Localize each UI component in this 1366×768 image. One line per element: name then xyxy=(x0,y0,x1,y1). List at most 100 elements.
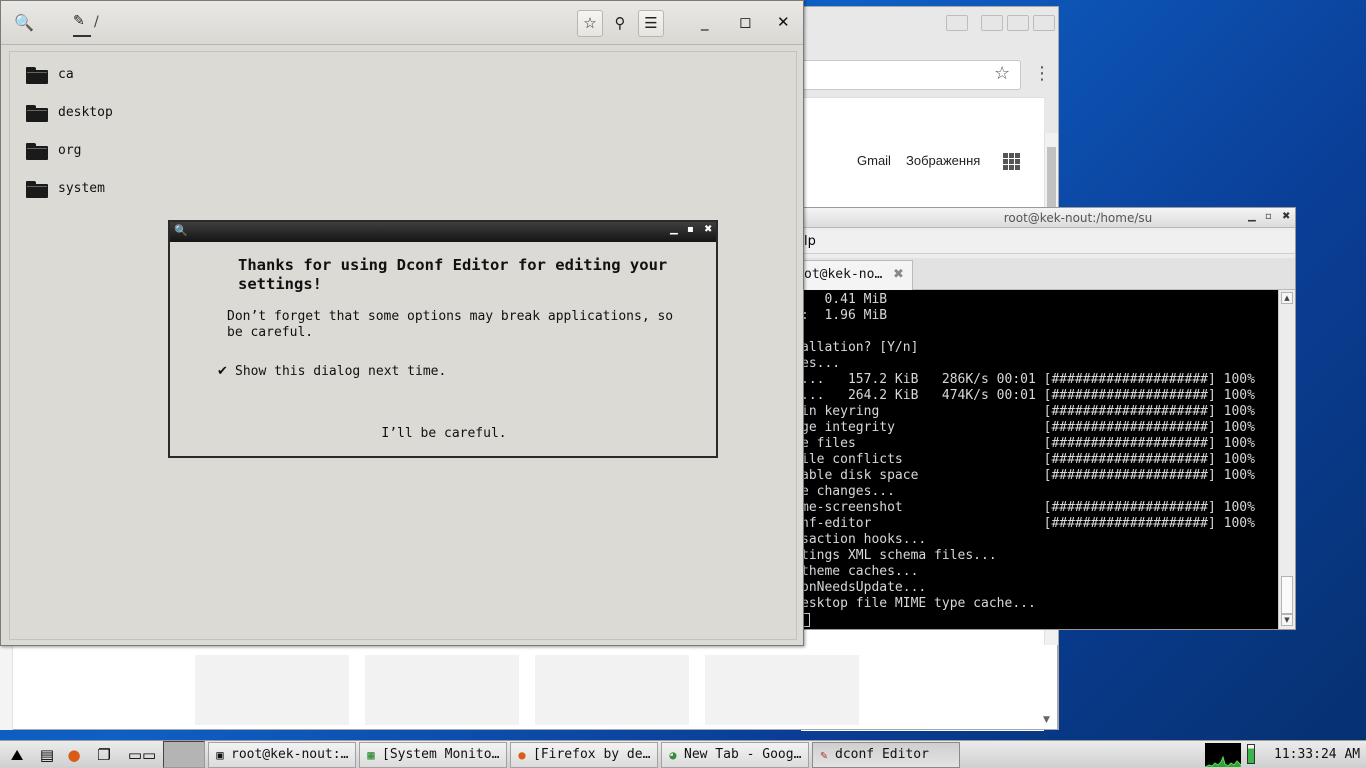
close-icon[interactable]: ✕ xyxy=(777,13,790,31)
hamburger-menu-icon[interactable]: ☰ xyxy=(638,10,664,37)
dialog-message: Don’t forget that some options may break… xyxy=(227,309,674,340)
path-separator: / xyxy=(94,14,99,30)
terminal-prompt-line[interactable] xyxy=(801,612,1278,628)
desktop-pager-icon[interactable]: ▭▭ xyxy=(122,744,162,766)
terminal-line: e files [####################] 100% xyxy=(801,436,1255,451)
dconf-icon: ✎ xyxy=(820,748,828,762)
most-visited-tile[interactable] xyxy=(535,655,689,725)
task-firefox[interactable]: ● [Firefox by de… xyxy=(510,742,658,768)
terminal-tab[interactable]: ot@kek-no… ✖ xyxy=(801,260,913,290)
apps-grid-icon[interactable] xyxy=(1003,153,1020,170)
chrome-minimize-button[interactable] xyxy=(981,15,1003,31)
terminal-line: ge integrity [####################] 100% xyxy=(801,420,1255,435)
images-link[interactable]: Зображення xyxy=(906,153,980,168)
bookmark-star-icon[interactable]: ☆ xyxy=(577,10,603,37)
chrome-page-lower: ▼ xyxy=(0,645,1058,730)
terminal-line: ... 264.2 KiB 474K/s 00:01 [############… xyxy=(801,388,1255,403)
terminal-line: onNeedsUpdate... xyxy=(801,580,927,595)
terminal-line: able disk space [####################] 1… xyxy=(801,468,1255,483)
terminal-line: ile conflicts [####################] 100… xyxy=(801,452,1255,467)
firefox-icon: ● xyxy=(518,748,526,762)
firefox-icon[interactable]: ● xyxy=(63,744,85,766)
terminal-line: e changes... xyxy=(801,484,895,499)
terminal-line: nf-editor [####################] 100% xyxy=(801,516,1255,531)
terminal-minimize-icon[interactable]: ▁ xyxy=(1248,211,1256,222)
most-visited-tile[interactable] xyxy=(705,655,859,725)
folder-icon xyxy=(26,67,48,84)
terminal-line: me-screenshot [####################] 100… xyxy=(801,500,1255,515)
chrome-address-bar[interactable] xyxy=(801,60,1021,90)
terminal-maximize-icon[interactable]: ▫ xyxy=(1265,211,1272,222)
terminal-icon: ▣ xyxy=(216,748,224,762)
terminal-scrollbar[interactable]: ▲ ▼ xyxy=(1278,290,1295,629)
terminal-output[interactable]: 0.41 MiB: 1.96 MiB allation? [Y/n] es.....… xyxy=(801,290,1278,629)
battery-icon[interactable] xyxy=(1247,744,1255,764)
terminal-title: root@kek-nout:/home/su xyxy=(1003,211,1153,225)
gmail-link[interactable]: Gmail xyxy=(857,153,891,168)
window-switcher-icon[interactable]: ❐ xyxy=(93,744,115,766)
folder-icon xyxy=(26,181,48,198)
cpu-graph[interactable] xyxy=(1204,743,1242,768)
maximize-icon[interactable]: ◻ xyxy=(739,13,751,31)
show-dialog-checkbox-label[interactable]: Show this dialog next time. xyxy=(235,364,446,379)
task-terminal[interactable]: ▣ root@kek-nout:… xyxy=(208,742,356,768)
menu-help[interactable]: lp xyxy=(804,234,816,249)
terminal-tabbar: ot@kek-no… ✖ xyxy=(801,258,1295,290)
scroll-up-icon[interactable]: ▲ xyxy=(1281,292,1293,304)
taskbar: ⛰ ▤ ● ❐ ▭▭ ▣ root@kek-nout:… ▦ [System M… xyxy=(0,740,1366,768)
bookmark-star-icon[interactable]: ☆ xyxy=(994,63,1010,84)
dialog-close-icon[interactable]: ✖ xyxy=(704,224,712,235)
scroll-down-arrow-icon[interactable]: ▼ xyxy=(1043,715,1050,725)
most-visited-tile[interactable] xyxy=(365,655,519,725)
dialog-maximize-icon[interactable]: ▪ xyxy=(687,224,694,235)
terminal-window: root@kek-nout:/home/su ▁ ▫ ✖ lp ot@kek-n… xyxy=(800,207,1296,630)
folder-icon xyxy=(26,105,48,122)
terminal-line: theme caches... xyxy=(801,564,919,579)
terminal-line: in keyring [####################] 100% xyxy=(801,404,1255,419)
task-dconf-editor[interactable]: ✎ dconf Editor xyxy=(812,742,960,768)
chrome-close-button[interactable] xyxy=(1033,15,1055,31)
warning-dialog: 🔍 ▁ ▪ ✖ Thanks for using Dconf Editor fo… xyxy=(168,220,718,458)
task-chrome[interactable]: ◕ New Tab - Goog… xyxy=(661,742,809,768)
root-path-icon[interactable]: ✎ xyxy=(73,13,91,37)
task-label: [Firefox by de… xyxy=(533,747,651,762)
dialog-titlebar[interactable]: 🔍 ▁ ▪ ✖ xyxy=(170,222,716,242)
terminal-close-icon[interactable]: ✖ xyxy=(1282,211,1290,222)
folder-name: desktop xyxy=(58,105,113,120)
clock[interactable]: 11:33:24 AM xyxy=(1274,741,1360,768)
task-label: New Tab - Goog… xyxy=(684,747,802,762)
minimize-icon[interactable]: _ xyxy=(701,13,709,31)
confirm-button[interactable]: I’ll be careful. xyxy=(370,424,518,444)
dialog-minimize-icon[interactable]: ▁ xyxy=(670,224,678,235)
system-monitor-icon: ▦ xyxy=(367,748,375,762)
terminal-tab-label: ot@kek-no… xyxy=(804,267,883,282)
chrome-maximize-button[interactable] xyxy=(1007,15,1029,31)
scroll-down-icon[interactable]: ▼ xyxy=(1281,614,1293,626)
chrome-icon: ◕ xyxy=(669,748,677,762)
task-system-monitor[interactable]: ▦ [System Monito… xyxy=(359,742,507,768)
start-menu-icon[interactable]: ⛰ xyxy=(6,744,28,766)
search-icon[interactable]: ⚲ xyxy=(607,10,633,37)
folder-name: org xyxy=(58,143,82,158)
task-label: [System Monito… xyxy=(382,747,500,762)
terminal-titlebar[interactable]: root@kek-nout:/home/su xyxy=(801,208,1295,228)
pager-spacer xyxy=(163,741,205,768)
file-manager-icon[interactable]: ▤ xyxy=(36,744,58,766)
dconf-app-icon: 🔍 xyxy=(14,13,34,32)
scrollbar-thumb[interactable] xyxy=(1281,576,1293,614)
chrome-profile-button[interactable] xyxy=(946,15,968,31)
checkmark-icon[interactable]: ✔ xyxy=(217,364,228,379)
chrome-menu-icon[interactable]: ⋮ xyxy=(1033,63,1051,84)
terminal-line: es... xyxy=(801,356,841,371)
terminal-line: 0.41 MiB xyxy=(801,292,888,307)
task-label: root@kek-nout:… xyxy=(231,747,349,762)
tab-close-icon[interactable]: ✖ xyxy=(893,261,904,289)
terminal-line: saction hooks... xyxy=(801,532,927,547)
most-visited-tile[interactable] xyxy=(195,655,349,725)
dconf-headerbar: 🔍 ✎ / ☆ ⚲ ☰ _ ◻ ✕ xyxy=(1,1,803,45)
chrome-left-scroll xyxy=(0,645,13,730)
terminal-line: ... 157.2 KiB 286K/s 00:01 [############… xyxy=(801,372,1255,387)
terminal-line: tings XML schema files... xyxy=(801,548,997,563)
folder-name: system xyxy=(58,181,105,196)
